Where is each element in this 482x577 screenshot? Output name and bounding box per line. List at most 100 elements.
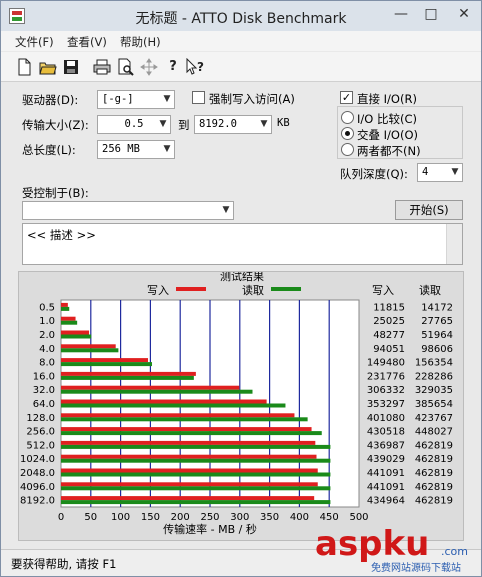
menu-view[interactable]: 查看(V): [67, 34, 107, 50]
size-label: 64.0: [33, 399, 55, 410]
size-label: 8.0: [39, 358, 55, 369]
controlled-by-label: 受控制于(B):: [22, 186, 89, 200]
write-bar: [61, 440, 316, 445]
io-compare-label: I/O 比较(C): [357, 112, 417, 126]
transfer-from-select[interactable]: 0.5 ▼: [97, 115, 171, 134]
watermark-text: aspku: [315, 524, 429, 564]
read-bar: [61, 389, 253, 394]
maximize-button[interactable]: □: [416, 1, 446, 29]
size-label: 0.5: [39, 302, 55, 313]
write-bar: [61, 413, 295, 418]
new-icon[interactable]: [14, 58, 34, 76]
transfer-from-value: 0.5: [124, 118, 144, 130]
x-tick-label: 150: [141, 512, 160, 523]
size-label: 32.0: [33, 385, 55, 396]
total-length-label: 总长度(L):: [22, 143, 76, 157]
legend-write-swatch: [176, 287, 206, 291]
save-icon[interactable]: [61, 58, 81, 76]
x-tick-label: 0: [58, 512, 64, 523]
read-value: 423767: [415, 413, 453, 424]
x-tick-label: 50: [84, 512, 97, 523]
status-text: 要获得帮助, 请按 F1: [11, 557, 117, 571]
move-icon[interactable]: [139, 58, 159, 76]
chevron-down-icon: ▼: [159, 119, 167, 129]
size-label: 256.0: [26, 427, 55, 438]
direct-io-checkbox[interactable]: ✓: [340, 91, 353, 104]
force-write-checkbox[interactable]: [192, 91, 205, 104]
read-bar: [61, 348, 119, 353]
overlapped-io-label: 交叠 I/O(O): [357, 128, 418, 142]
write-bar: [61, 427, 312, 432]
write-value: 441091: [367, 468, 405, 479]
description-scrollbar[interactable]: [446, 224, 462, 264]
read-bar: [61, 334, 92, 339]
x-tick-label: 400: [290, 512, 309, 523]
start-button[interactable]: 开始(S): [395, 200, 463, 220]
total-length-value: 256 MB: [102, 143, 140, 155]
x-tick-label: 350: [260, 512, 279, 523]
minimize-button[interactable]: —: [386, 1, 416, 29]
io-compare-radio[interactable]: [341, 111, 354, 124]
size-label: 4.0: [39, 344, 55, 355]
chevron-down-icon: ▼: [451, 167, 459, 177]
description-field[interactable]: << 描述 >>: [22, 223, 463, 265]
read-bar: [61, 472, 331, 477]
menu-file[interactable]: 文件(F): [15, 34, 54, 50]
overlapped-io-radio[interactable]: [341, 127, 354, 140]
write-bar: [61, 344, 116, 349]
read-bar: [61, 486, 331, 491]
write-column-header: 写入: [372, 284, 394, 297]
total-length-select[interactable]: 256 MB ▼: [97, 140, 175, 159]
size-label: 2.0: [39, 330, 55, 341]
force-write-label: 强制写入访问(A): [209, 92, 295, 106]
read-value: 462819: [415, 468, 453, 479]
print-icon[interactable]: [92, 58, 112, 76]
write-value: 48277: [373, 330, 405, 341]
chart-title: 测试结果: [220, 272, 264, 283]
write-bar: [61, 302, 68, 307]
write-value: 94051: [373, 344, 405, 355]
read-value: 156354: [415, 358, 453, 369]
size-label: 2048.0: [20, 468, 55, 479]
write-bar: [61, 358, 149, 363]
app-window: 无标题 - ATTO Disk Benchmark — □ ✕ 文件(F) 查看…: [0, 0, 482, 577]
drive-select[interactable]: [-g-] ▼: [97, 90, 175, 109]
queue-depth-select[interactable]: 4 ▼: [417, 163, 463, 182]
write-value: 306332: [367, 385, 405, 396]
controlled-by-select[interactable]: ▼: [22, 201, 234, 220]
watermark-logo: aspku .com 免费网站源码下载站: [313, 519, 481, 575]
transfer-to-label: 到: [178, 118, 190, 132]
x-tick-label: 200: [171, 512, 190, 523]
help-icon[interactable]: ?: [163, 58, 183, 76]
write-bar: [61, 468, 318, 473]
title-bar[interactable]: 无标题 - ATTO Disk Benchmark — □ ✕: [1, 1, 481, 31]
read-value: 329035: [415, 385, 453, 396]
print-preview-icon[interactable]: [116, 58, 136, 76]
x-tick-label: 300: [230, 512, 249, 523]
read-value: 462819: [415, 496, 453, 507]
description-text: << 描述 >>: [27, 228, 96, 242]
read-value: 98606: [421, 344, 453, 355]
chevron-down-icon: ▼: [260, 119, 268, 129]
legend-read-label: 读取: [242, 283, 264, 297]
read-bar: [61, 431, 322, 436]
size-label: 4096.0: [20, 482, 55, 493]
write-value: 430518: [367, 427, 405, 438]
read-value: 448027: [415, 427, 453, 438]
read-value: 27765: [421, 316, 453, 327]
menu-help[interactable]: 帮助(H): [120, 34, 161, 50]
write-bar: [61, 371, 196, 376]
open-icon[interactable]: [38, 58, 58, 76]
close-button[interactable]: ✕: [448, 1, 480, 29]
context-help-icon[interactable]: ?: [185, 57, 205, 76]
write-value: 11815: [373, 302, 405, 313]
transfer-to-select[interactable]: 8192.0 ▼: [194, 115, 272, 134]
neither-radio[interactable]: [341, 143, 354, 156]
direct-io-label: 直接 I/O(R): [357, 92, 417, 106]
write-bar: [61, 454, 317, 459]
legend-write-label: 写入: [147, 284, 169, 297]
size-label: 8192.0: [20, 496, 55, 507]
chevron-down-icon: ▼: [163, 144, 171, 154]
size-label: 16.0: [33, 371, 55, 382]
transfer-size-label: 传输大小(Z):: [22, 118, 89, 132]
